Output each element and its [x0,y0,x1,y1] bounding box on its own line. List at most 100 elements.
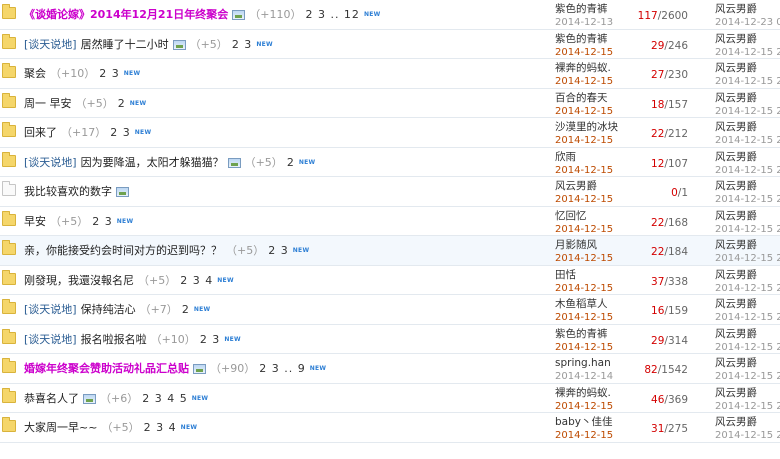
thread-row[interactable]: 早安 （+5） 2 3 NEW 忆回忆 2014-12-15 22/168 风云男爵 2014-… [0,207,780,236]
last-post-time[interactable]: 2014-12-15 21: [715,311,780,324]
author-link[interactable]: 紫色的青裤 [555,3,613,16]
author-link[interactable]: 欣雨 [555,151,613,164]
last-poster-link[interactable]: 风云男爵 [715,357,780,370]
folder-icon[interactable] [2,181,16,196]
thread-row[interactable]: [谈天说地] 因为要降温，太阳才躲猫猫？ （+5） 2 NEW 欣雨 2014-12-15 1… [0,148,780,177]
thread-category-link[interactable]: [谈天说地] [24,303,77,317]
last-poster-link[interactable]: 风云男爵 [715,92,780,105]
page-links[interactable]: 2 3 4 5 [142,392,187,406]
author-link[interactable]: 月影随风 [555,239,613,252]
author-link[interactable]: baby丶佳佳 [555,416,613,429]
folder-icon[interactable] [2,269,16,285]
thread-row[interactable]: 恭喜名人了 （+6） 2 3 4 5 NEW 裸奔的蚂蚁. 2014-12-15 46/36… [0,384,780,413]
thread-row[interactable]: [谈天说地] 保持纯洁心 （+7） 2 NEW 木鱼稻草人 2014-12-15 16/159… [0,295,780,325]
page-links[interactable]: 2 3 [200,333,221,347]
thread-row[interactable]: 回来了 （+17） 2 3 NEW 沙漠里的冰块 2014-12-15 22/212 风云男爵… [0,118,780,148]
last-post-time[interactable]: 2014-12-23 09: [715,16,780,29]
page-links[interactable]: 2 3 [99,67,120,81]
thread-title-link[interactable]: 婚嫁年终聚会赞助活动礼品汇总贴 [24,362,189,376]
folder-icon[interactable] [2,63,16,78]
last-poster-link[interactable]: 风云男爵 [715,33,780,46]
last-post-time[interactable]: 2014-12-15 21: [715,105,780,118]
page-links[interactable]: 2 3 4 [144,421,177,435]
last-post-time[interactable]: 2014-12-15 21: [715,252,780,265]
thread-row[interactable]: 婚嫁年终聚会赞助活动礼品汇总贴 （+90） 2 3 .. 9 NEW spring.ha… [0,354,780,384]
folder-icon[interactable] [2,328,16,344]
last-post-time[interactable]: 2014-12-15 21: [715,282,780,295]
author-link[interactable]: 木鱼稻草人 [555,298,613,311]
thread-title-link[interactable]: 《谈婚论嫁》2014年12月21日年终聚会 [24,8,228,22]
thread-title-link[interactable]: 聚会 [24,67,46,81]
last-post-time[interactable]: 2014-12-15 21: [715,400,780,413]
thread-category-link[interactable]: [谈天说地] [24,333,77,347]
last-poster-link[interactable]: 风云男爵 [715,62,780,75]
thread-title-link[interactable]: 我比较喜欢的数字 [24,185,112,199]
thread-row[interactable]: 聚会 （+10） 2 3 NEW 裸奔的蚂蚁. 2014-12-15 27/230 风云男爵 2… [0,59,780,89]
folder-icon[interactable] [2,151,16,167]
folder-icon[interactable] [2,33,16,49]
thread-row[interactable]: 《谈婚论嫁》2014年12月21日年终聚会 （+110） 2 3 .. 12 NEW 紫… [0,0,780,30]
author-link[interactable]: 百合的春天 [555,92,613,105]
last-post-time[interactable]: 2014-12-15 21: [715,429,780,442]
thread-title-link[interactable]: 刚發現，我還沒報名尼 [24,274,134,288]
thread-row[interactable]: [谈天说地] 报名啦报名啦 （+10） 2 3 NEW 紫色的青裤 2014-12-15 29… [0,325,780,354]
thread-title-link[interactable]: 保持纯洁心 [81,303,136,317]
thread-title-link[interactable]: 因为要降温，太阳才躲猫猫？ [81,156,224,170]
thread-title-link[interactable]: 亲，你能接受约会时间对方的迟到吗？？ [24,244,222,258]
last-poster-link[interactable]: 风云男爵 [715,298,780,311]
last-poster-link[interactable]: 风云男爵 [715,121,780,134]
last-post-time[interactable]: 2014-12-15 21: [715,164,780,177]
folder-icon[interactable] [2,358,16,373]
last-post-time[interactable]: 2014-12-15 21: [715,46,780,59]
page-links[interactable]: 2 3 [232,38,253,52]
last-post-time[interactable]: 2014-12-15 21: [715,341,780,354]
author-link[interactable]: 紫色的青裤 [555,33,613,46]
last-poster-link[interactable]: 风云男爵 [715,3,780,16]
last-post-time[interactable]: 2014-12-15 21: [715,134,780,147]
thread-title-link[interactable]: 居然睡了十二小时 [81,38,169,52]
thread-title-link[interactable]: 恭喜名人了 [24,392,79,406]
author-link[interactable]: 风云男爵 [555,180,613,193]
last-poster-link[interactable]: 风云男爵 [715,416,780,429]
page-links[interactable]: 2 3 .. 9 [259,362,305,376]
page-links[interactable]: 2 [287,156,295,170]
last-post-time[interactable]: 2014-12-15 21: [715,75,780,88]
page-links[interactable]: 2 [182,303,190,317]
page-links[interactable]: 2 3 [110,126,131,140]
last-poster-link[interactable]: 风云男爵 [715,180,780,193]
folder-icon[interactable] [2,122,16,137]
author-link[interactable]: 田恬 [555,269,613,282]
last-poster-link[interactable]: 风云男爵 [715,269,780,282]
folder-icon[interactable] [2,92,16,108]
thread-title-link[interactable]: 回来了 [24,126,57,140]
folder-icon[interactable] [2,387,16,403]
thread-row[interactable]: 大家周一早~~ （+5） 2 3 4 NEW baby丶佳佳 2014-12-15 31/2… [0,413,780,443]
thread-title-link[interactable]: 大家周一早~~ [24,421,97,435]
author-link[interactable]: spring.han [555,357,613,370]
thread-row[interactable]: [谈天说地] 居然睡了十二小时 （+5） 2 3 NEW 紫色的青裤 2014-12-15 2… [0,30,780,59]
thread-row[interactable]: 周一 早安 （+5） 2 NEW 百合的春天 2014-12-15 18/157 风云男爵 20… [0,89,780,118]
author-link[interactable]: 裸奔的蚂蚁. [555,387,613,400]
thread-row[interactable]: 刚發現，我還沒報名尼 （+5） 2 3 4 NEW 田恬 2014-12-15 37/338… [0,266,780,295]
last-poster-link[interactable]: 风云男爵 [715,387,780,400]
folder-icon[interactable] [2,210,16,226]
thread-title-link[interactable]: 周一 早安 [24,97,72,111]
last-poster-link[interactable]: 风云男爵 [715,328,780,341]
page-links[interactable]: 2 [118,97,126,111]
last-poster-link[interactable]: 风云男爵 [715,210,780,223]
thread-row[interactable]: 我比较喜欢的数字 风云男爵 2014-12-15 0/1 风云男爵 2014-12-15 … [0,177,780,207]
thread-row[interactable]: 亲，你能接受约会时间对方的迟到吗？？ （+5） 2 3 NEW 月影随风 2014-12-… [0,236,780,266]
author-link[interactable]: 裸奔的蚂蚁. [555,62,613,75]
last-poster-link[interactable]: 风云男爵 [715,239,780,252]
author-link[interactable]: 紫色的青裤 [555,328,613,341]
page-links[interactable]: 2 3 .. 12 [305,8,359,22]
folder-icon[interactable] [2,4,16,19]
page-links[interactable]: 2 3 4 [180,274,213,288]
last-poster-link[interactable]: 风云男爵 [715,151,780,164]
last-post-time[interactable]: 2014-12-15 21: [715,370,780,383]
author-link[interactable]: 忆回忆 [555,210,613,223]
author-link[interactable]: 沙漠里的冰块 [555,121,618,134]
last-post-time[interactable]: 2014-12-15 21: [715,193,780,206]
folder-icon[interactable] [2,240,16,255]
thread-title-link[interactable]: 报名啦报名啦 [81,333,147,347]
